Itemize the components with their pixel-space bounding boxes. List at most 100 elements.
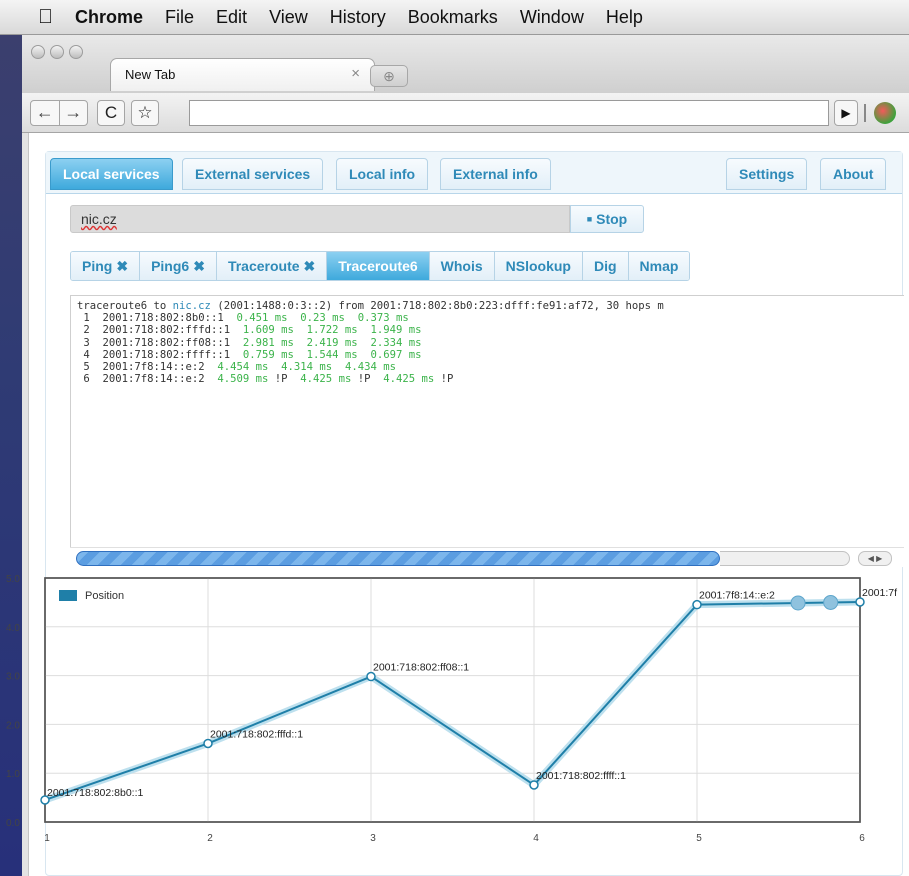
traceroute-output[interactable]: traceroute6 to nic.cz (2001:1488:0:3::2)… bbox=[70, 295, 904, 567]
star-bookmark-icon[interactable]: ☆ bbox=[131, 100, 159, 126]
tab-settings[interactable]: Settings bbox=[726, 158, 808, 190]
y-tick-label: 3.0 bbox=[6, 672, 20, 683]
forward-arrow-icon[interactable]: → bbox=[58, 101, 88, 125]
hop-address: 2001:7f8:14::e:2 bbox=[102, 361, 205, 374]
tab-external-services[interactable]: External services bbox=[182, 158, 324, 190]
hop-time: 1.609 ms bbox=[242, 324, 294, 337]
y-tick-label: 0.0 bbox=[6, 818, 20, 829]
tool-tab-label: Ping6 bbox=[151, 258, 190, 274]
stop-button[interactable]: ■ Stop bbox=[570, 205, 644, 233]
output-hop-line: 6 2001:7f8:14::e:2 4.509 ms !P 4.425 ms … bbox=[77, 373, 904, 385]
page-menu-icon[interactable]: ▶ bbox=[834, 100, 858, 126]
point-label: 2001:7f8:14::e:2 bbox=[699, 590, 775, 602]
output-header-suffix: (2001:1488:0:3::2) from 2001:718:802:8b0… bbox=[210, 300, 664, 312]
traceroute-chart: 0.0 1.0 2.0 3.0 4.0 5.0 1 2 3 4 5 6 2001:718:802:8b0… bbox=[0, 560, 909, 860]
tab-local-info[interactable]: Local info bbox=[336, 158, 429, 190]
hop-time: 0.23 ms bbox=[300, 312, 345, 325]
address-bar[interactable] bbox=[189, 100, 829, 126]
hop-time: 0.759 ms bbox=[242, 348, 294, 361]
hop-number: 4 bbox=[77, 348, 90, 361]
browser-tab[interactable]: New Tab × bbox=[110, 58, 375, 91]
plot-area bbox=[44, 577, 861, 823]
tab-close-icon[interactable]: × bbox=[351, 65, 360, 82]
nav-buttons: ← → bbox=[30, 100, 88, 126]
output-hop-line: 5 2001:7f8:14::e:2 4.454 ms 4.314 ms 4.4… bbox=[77, 361, 904, 373]
plus-icon: ⊕ bbox=[383, 68, 395, 84]
menu-app-chrome[interactable]: Chrome bbox=[75, 7, 143, 28]
hop-time: 4.454 ms bbox=[217, 361, 269, 374]
minimize-window-button[interactable] bbox=[50, 45, 64, 59]
point-label: 2001:7f bbox=[862, 587, 897, 599]
hop-time: 0.697 ms bbox=[370, 348, 422, 361]
output-hop-line: 4 2001:718:802:ffff::1 0.759 ms 1.544 ms… bbox=[77, 349, 904, 361]
tool-tab-traceroute6[interactable]: Traceroute6 bbox=[327, 252, 430, 280]
menu-history[interactable]: History bbox=[330, 7, 386, 28]
hop-time: 1.722 ms bbox=[306, 324, 358, 337]
tool-tab-ping6[interactable]: Ping6 ✖ bbox=[140, 252, 217, 280]
hop-address: 2001:718:802:fffd::1 bbox=[102, 324, 231, 337]
hop-time: 2.419 ms bbox=[306, 336, 358, 349]
zoom-window-button[interactable] bbox=[69, 45, 83, 59]
close-window-button[interactable] bbox=[31, 45, 45, 59]
hop-address: 2001:718:802:8b0::1 bbox=[102, 312, 224, 325]
host-input[interactable]: nic.cz bbox=[70, 205, 570, 233]
x-tick-label: 5 bbox=[696, 833, 702, 844]
data-point bbox=[692, 599, 702, 610]
menu-edit[interactable]: Edit bbox=[216, 7, 247, 28]
close-tab-icon[interactable]: ✖ bbox=[116, 258, 128, 274]
menu-view[interactable]: View bbox=[269, 7, 308, 28]
y-tick-label: 2.0 bbox=[6, 720, 20, 731]
hop-time: 1.949 ms bbox=[370, 324, 422, 337]
tool-tab-label: Ping bbox=[82, 258, 113, 274]
hop-flag: !P bbox=[434, 373, 454, 386]
hop-time: 4.425 ms bbox=[300, 373, 352, 386]
menu-window[interactable]: Window bbox=[520, 7, 584, 28]
browser-toolbar: ← → C ☆ ▶ bbox=[22, 93, 909, 133]
tool-tab-nslookup[interactable]: NSlookup bbox=[494, 252, 583, 280]
x-tick-label: 3 bbox=[370, 833, 376, 844]
output-header-prefix: traceroute6 to bbox=[77, 300, 173, 312]
x-tick-label: 6 bbox=[859, 833, 865, 844]
tool-tab-label: Dig bbox=[593, 258, 617, 274]
new-tab-button[interactable]: ⊕ bbox=[370, 65, 408, 87]
tab-external-info[interactable]: External info bbox=[440, 158, 551, 190]
menu-bookmarks[interactable]: Bookmarks bbox=[408, 7, 498, 28]
point-label: 2001:718:802:ffff::1 bbox=[536, 770, 626, 782]
tool-tab-ping[interactable]: Ping ✖ bbox=[71, 252, 141, 280]
tool-tab-traceroute[interactable]: Traceroute ✖ bbox=[216, 252, 328, 280]
x-tick-label: 4 bbox=[533, 833, 539, 844]
close-tab-icon[interactable]: ✖ bbox=[304, 258, 316, 274]
menu-file[interactable]: File bbox=[165, 7, 194, 28]
close-tab-icon[interactable]: ✖ bbox=[193, 258, 205, 274]
tool-tabs: Ping ✖ Ping6 ✖ Traceroute ✖ Traceroute6 Who… bbox=[70, 251, 691, 281]
hop-address: 2001:7f8:14::e:2 bbox=[102, 373, 205, 386]
hop-time: 4.314 ms bbox=[281, 361, 333, 374]
hop-time: 0.451 ms bbox=[236, 312, 288, 325]
tab-about[interactable]: About bbox=[820, 158, 887, 190]
hop-time: 4.509 ms bbox=[217, 373, 269, 386]
tool-tab-nmap[interactable]: Nmap bbox=[628, 252, 690, 280]
hop-flag: !P bbox=[268, 373, 288, 386]
y-tick-label: 4.0 bbox=[6, 623, 20, 634]
output-header-host[interactable]: nic.cz bbox=[173, 300, 211, 312]
stop-label: Stop bbox=[596, 211, 628, 227]
output-hop-line: 1 2001:718:802:8b0::1 0.451 ms 0.23 ms 0… bbox=[77, 312, 904, 324]
tab-local-services[interactable]: Local services bbox=[50, 158, 173, 190]
titlebar: New Tab × ⊕ bbox=[22, 35, 909, 93]
hop-number: 6 bbox=[77, 373, 90, 386]
tool-tab-label: Whois bbox=[440, 258, 483, 274]
tool-tab-dig[interactable]: Dig bbox=[582, 252, 629, 280]
host-input-value: nic.cz bbox=[81, 211, 117, 227]
apple-icon[interactable]:  bbox=[38, 6, 53, 29]
reload-icon[interactable]: C bbox=[97, 100, 125, 126]
hop-number: 2 bbox=[77, 324, 90, 337]
hover-marker bbox=[790, 595, 806, 611]
output-hop-line: 3 2001:718:802:ff08::1 2.981 ms 2.419 ms… bbox=[77, 337, 904, 349]
extension-icon[interactable] bbox=[874, 102, 896, 124]
menu-help[interactable]: Help bbox=[606, 7, 643, 28]
back-arrow-icon[interactable]: ← bbox=[31, 101, 59, 125]
tool-tab-whois[interactable]: Whois bbox=[429, 252, 495, 280]
point-label: 2001:718:802:ff08::1 bbox=[373, 662, 469, 674]
chart-svg: 0.0 1.0 2.0 3.0 4.0 5.0 1 2 3 4 5 6 2001:718:802:8b0… bbox=[6, 574, 897, 844]
window-controls bbox=[31, 45, 83, 59]
